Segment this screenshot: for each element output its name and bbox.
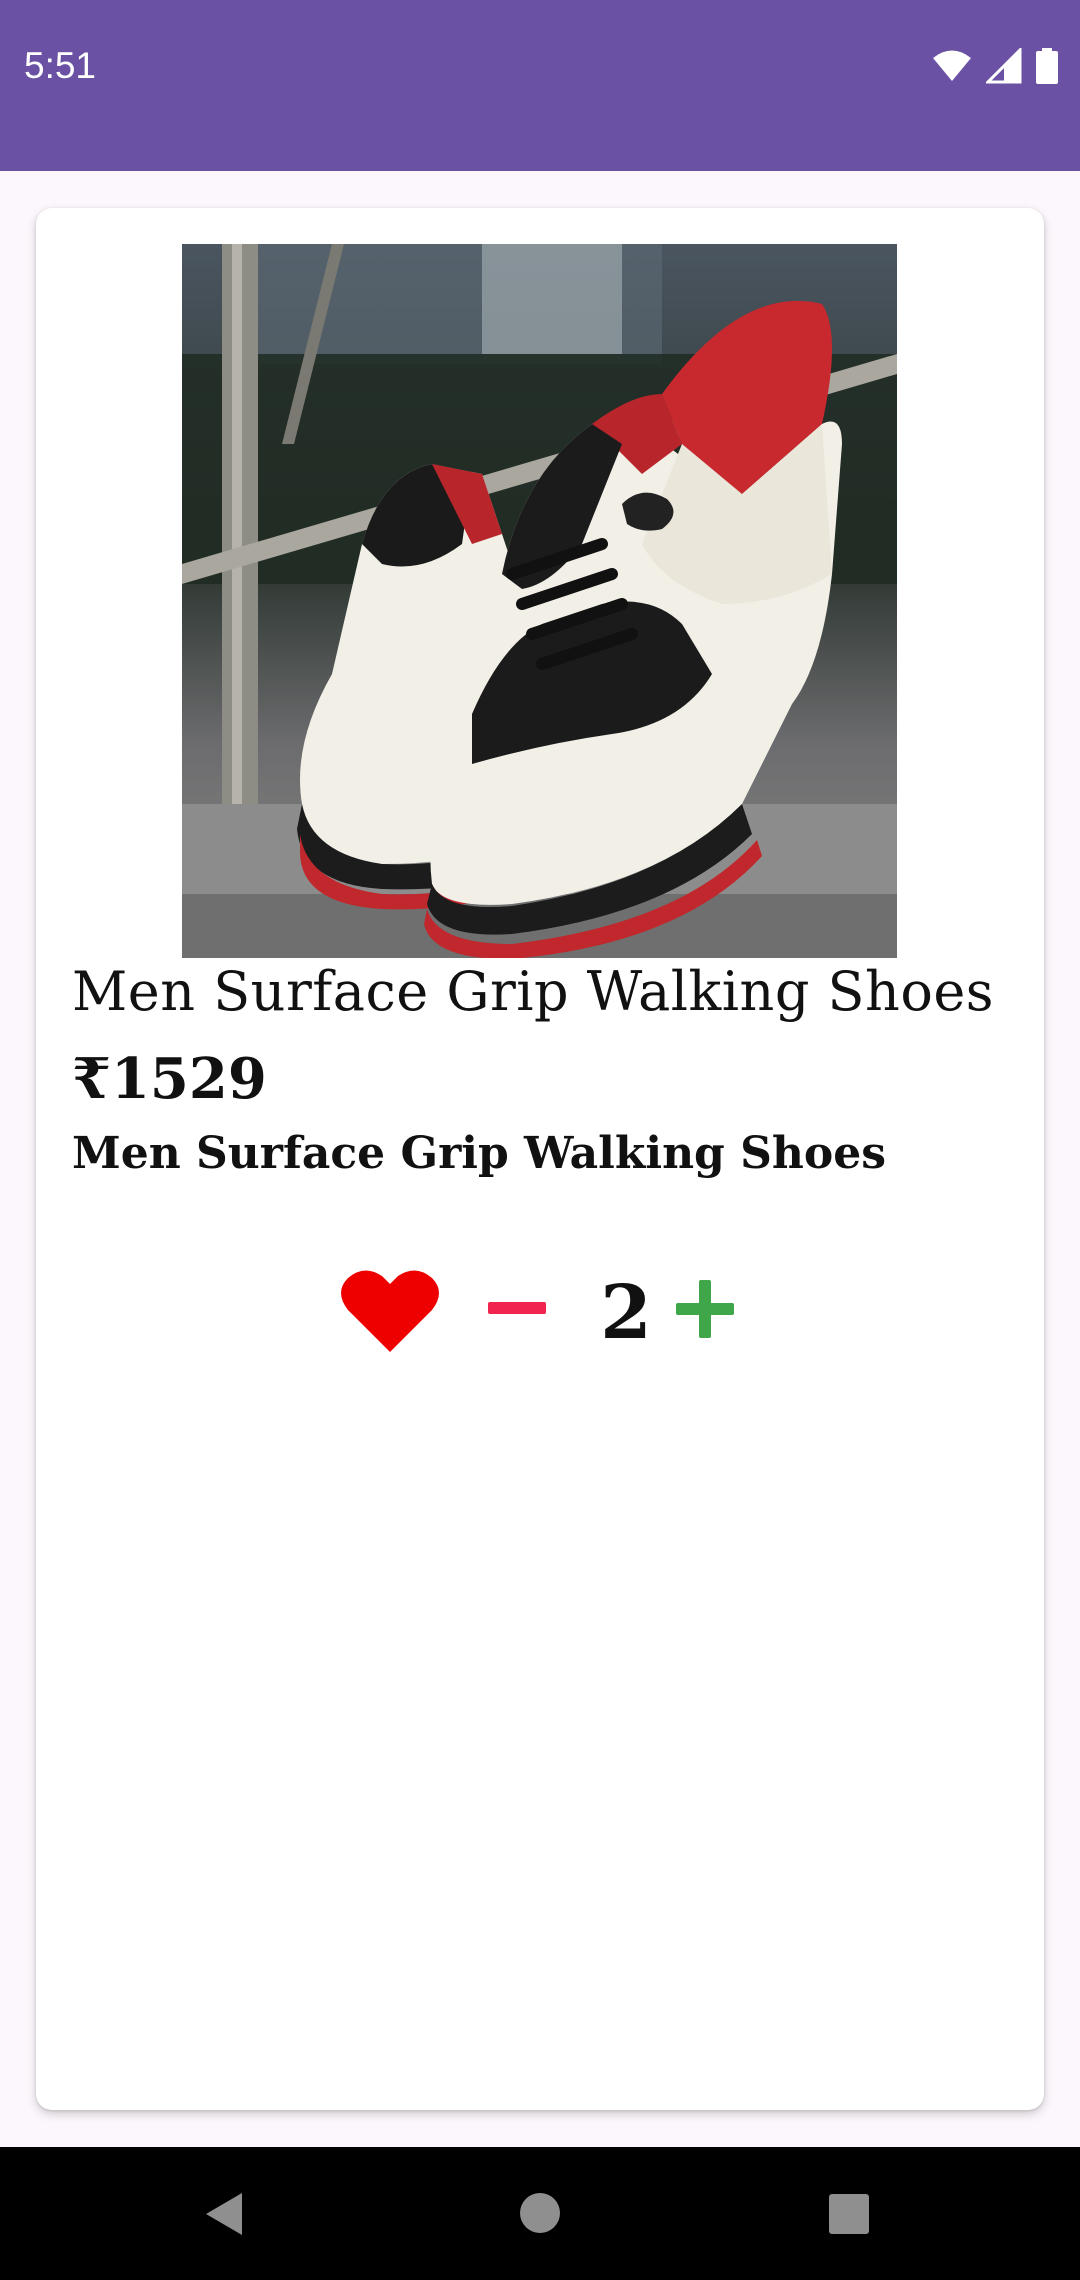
quantity-value: 2 xyxy=(600,1270,652,1356)
minus-icon xyxy=(488,1302,546,1314)
product-price: ₹1529 xyxy=(72,1046,267,1112)
decrease-quantity-button[interactable] xyxy=(482,1278,552,1338)
recents-square-icon xyxy=(829,2194,869,2234)
home-circle-icon xyxy=(520,2193,560,2233)
status-time: 5:51 xyxy=(24,45,97,86)
favorite-button[interactable] xyxy=(340,1266,440,1356)
shoe-photo xyxy=(182,244,897,958)
recents-button[interactable] xyxy=(828,2193,870,2239)
product-card[interactable]: Men Surface Grip Walking Shoes ₹1529 Men… xyxy=(36,208,1044,2110)
product-actions: 2 xyxy=(36,1258,1044,1378)
plus-icon xyxy=(676,1280,734,1338)
heart-icon xyxy=(341,1270,439,1352)
status-bar: 5:51 xyxy=(0,0,1080,171)
home-button[interactable] xyxy=(518,2191,562,2239)
navigation-bar xyxy=(0,2147,1080,2280)
wifi-icon xyxy=(932,49,972,87)
product-description: Men Surface Grip Walking Shoes xyxy=(72,1128,887,1179)
cellular-signal-icon xyxy=(984,46,1022,88)
status-icons xyxy=(932,46,1058,88)
back-button[interactable] xyxy=(204,2191,244,2241)
battery-icon xyxy=(1036,48,1058,88)
product-title: Men Surface Grip Walking Shoes xyxy=(72,960,995,1023)
back-triangle-icon xyxy=(206,2193,242,2235)
increase-quantity-button[interactable] xyxy=(670,1274,740,1344)
product-image[interactable] xyxy=(182,244,897,958)
